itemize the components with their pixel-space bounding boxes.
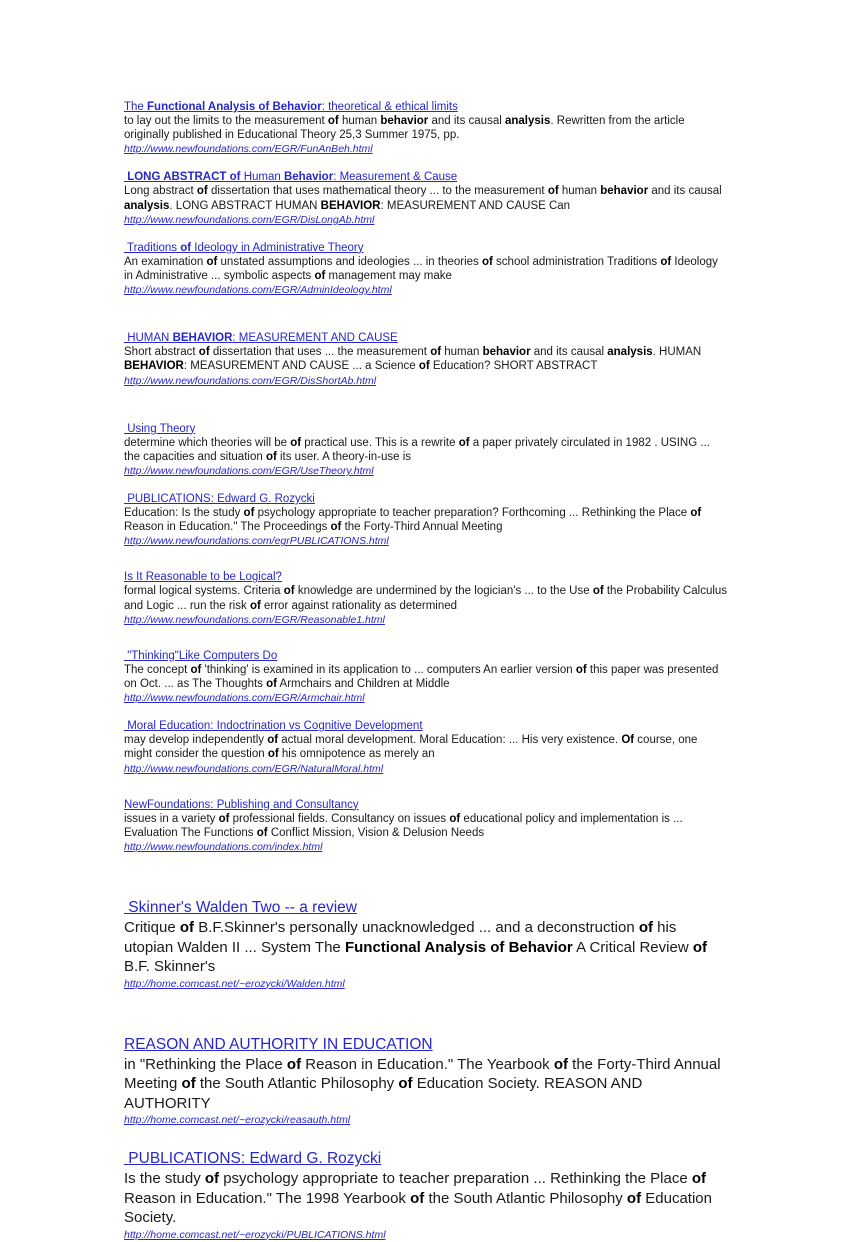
result-snippet: Education: Is the study of psychology ap…: [124, 507, 702, 534]
result-snippet: Short abstract of dissertation that uses…: [124, 346, 702, 373]
result-snippet: Critique of B.F.Skinner's personally una…: [124, 919, 707, 976]
result-url-link[interactable]: http://www.newfoundations.com/EGR/Armcha…: [124, 691, 728, 705]
result-url-link[interactable]: http://www.newfoundations.com/EGR/Reason…: [124, 613, 728, 627]
search-result-item: Using Theory determine which theories wil…: [124, 422, 728, 478]
result-title-link[interactable]: Traditions of Ideology in Administrative…: [124, 241, 728, 255]
result-url-link[interactable]: http://www.newfoundations.com/EGR/DisSho…: [124, 374, 728, 388]
result-url-link[interactable]: http://www.newfoundations.com/EGR/Natura…: [124, 762, 728, 776]
result-title-link[interactable]: "Thinking"Like Computers Do: [124, 649, 728, 663]
result-url-link[interactable]: http://home.comcast.net/~erozycki/Walden…: [124, 977, 728, 991]
result-snippet: to lay out the limits to the measurement…: [124, 115, 685, 142]
search-results-list: The Functional Analysis of Behavior: the…: [124, 100, 728, 1242]
result-snippet: Is the study of psychology appropriate t…: [124, 1170, 712, 1227]
result-url-link[interactable]: http://www.newfoundations.com/index.html: [124, 840, 728, 854]
result-snippet: An examination of unstated assumptions a…: [124, 255, 718, 283]
result-title-link[interactable]: REASON AND AUTHORITY IN EDUCATION: [124, 1035, 728, 1055]
result-title-link[interactable]: Using Theory: [124, 422, 728, 436]
result-snippet: formal logical systems. Criteria of know…: [124, 585, 728, 612]
result-snippet: may develop independently of actual mora…: [124, 734, 698, 761]
result-snippet: in "Rethinking the Place of Reason in Ed…: [124, 1055, 721, 1112]
result-title-link[interactable]: Skinner's Walden Two -- a review: [124, 898, 728, 918]
search-result-item: LONG ABSTRACT of Human Behavior: Measure…: [124, 170, 728, 226]
search-result-item: HUMAN BEHAVIOR: MEASUREMENT AND CAUSE Sho…: [124, 331, 728, 387]
result-title-link[interactable]: Moral Education: Indoctrination vs Cogni…: [124, 719, 728, 733]
result-title-link[interactable]: NewFoundations: Publishing and Consultan…: [124, 798, 728, 812]
search-result-item: PUBLICATIONS: Edward G. Rozycki Education…: [124, 492, 728, 548]
search-result-item: REASON AND AUTHORITY IN EDUCATION in "Ret…: [124, 1035, 728, 1128]
search-result-item: Moral Education: Indoctrination vs Cogni…: [124, 719, 728, 775]
result-url-link[interactable]: http://www.newfoundations.com/EGR/DisLon…: [124, 213, 728, 227]
search-result-item: PUBLICATIONS: Edward G. Rozycki Is the st…: [124, 1149, 728, 1242]
result-title-link[interactable]: The Functional Analysis of Behavior: the…: [124, 100, 728, 114]
result-title-link[interactable]: LONG ABSTRACT of Human Behavior: Measure…: [124, 170, 728, 184]
result-url-link[interactable]: http://www.newfoundations.com/EGR/UseThe…: [124, 464, 728, 478]
search-result-item: Is It Reasonable to be Logical? formal lo…: [124, 570, 728, 626]
search-result-item: "Thinking"Like Computers Do The concept o…: [124, 649, 728, 705]
result-url-link[interactable]: http://home.comcast.net/~erozycki/reasau…: [124, 1113, 728, 1127]
result-title-link[interactable]: PUBLICATIONS: Edward G. Rozycki: [124, 1149, 728, 1169]
result-title-link[interactable]: Is It Reasonable to be Logical?: [124, 570, 728, 584]
result-url-link[interactable]: http://www.newfoundations.com/egrPUBLICA…: [124, 534, 728, 548]
search-result-item: Skinner's Walden Two -- a review Critique…: [124, 898, 728, 991]
result-url-link[interactable]: http://www.newfoundations.com/EGR/AdminI…: [124, 283, 728, 297]
result-snippet: issues in a variety of professional fiel…: [124, 812, 683, 839]
search-result-item: The Functional Analysis of Behavior: the…: [124, 100, 728, 156]
result-title-link[interactable]: HUMAN BEHAVIOR: MEASUREMENT AND CAUSE: [124, 331, 728, 345]
search-result-item: NewFoundations: Publishing and Consultan…: [124, 798, 728, 854]
result-snippet: The concept of 'thinking' is examined in…: [124, 663, 719, 691]
result-snippet: determine which theories will be of prac…: [124, 436, 710, 463]
result-url-link[interactable]: http://www.newfoundations.com/EGR/FunAnB…: [124, 142, 728, 156]
result-title-link[interactable]: PUBLICATIONS: Edward G. Rozycki: [124, 492, 728, 506]
result-url-link[interactable]: http://home.comcast.net/~erozycki/PUBLIC…: [124, 1228, 728, 1242]
result-snippet: Long abstract of dissertation that uses …: [124, 185, 722, 212]
search-result-item: Traditions of Ideology in Administrative…: [124, 241, 728, 297]
